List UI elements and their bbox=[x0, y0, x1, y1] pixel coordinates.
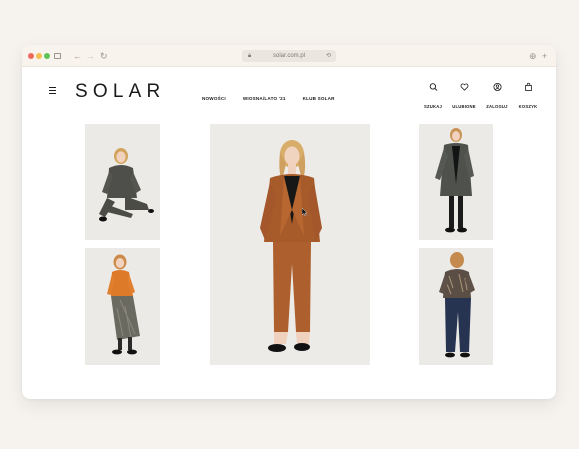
login-label: ZALOGUJ bbox=[486, 104, 508, 109]
search-button[interactable]: SZUKAJ bbox=[421, 82, 445, 113]
nav-item-spring-summer[interactable]: WIOSNA/LATO '21 bbox=[243, 96, 286, 101]
user-icon bbox=[492, 82, 502, 92]
product-photo-blouse-jeans[interactable] bbox=[419, 248, 493, 365]
cart-button[interactable]: KOSZYK bbox=[516, 82, 540, 113]
product-photo-orange-sweater[interactable] bbox=[85, 248, 160, 365]
nav-item-new[interactable]: NOWOŚCI bbox=[202, 96, 226, 101]
browser-window: ← → ↻ 🔒︎ solar.com.pl ⟲ ⊕ + SOLAR NOWOŚC… bbox=[22, 45, 556, 399]
product-photo-knit-set[interactable] bbox=[85, 124, 160, 240]
model-orange-sweater-image bbox=[85, 248, 160, 365]
nav-item-club[interactable]: KLUB SOLAR bbox=[303, 96, 335, 101]
menu-icon[interactable] bbox=[49, 87, 56, 96]
reader-icon[interactable]: ⟲ bbox=[326, 50, 331, 62]
cart-label: KOSZYK bbox=[518, 104, 538, 109]
login-button[interactable]: ZALOGUJ bbox=[485, 82, 509, 113]
address-bar[interactable]: 🔒︎ solar.com.pl ⟲ bbox=[242, 50, 336, 62]
bag-icon bbox=[524, 82, 532, 91]
minimize-window-button[interactable] bbox=[36, 53, 42, 59]
forward-icon[interactable]: → bbox=[86, 50, 95, 62]
search-icon bbox=[429, 83, 437, 91]
site-logo[interactable]: SOLAR bbox=[75, 81, 165, 103]
new-tab-icon[interactable]: + bbox=[542, 50, 547, 62]
model-rust-suit-image bbox=[210, 124, 370, 365]
mouse-cursor-icon bbox=[302, 208, 308, 216]
reload-icon[interactable]: ↻ bbox=[100, 50, 108, 62]
main-nav: NOWOŚCI WIOSNA/LATO '21 KLUB SOLAR bbox=[202, 96, 335, 101]
model-seated-image bbox=[85, 124, 160, 240]
download-icon[interactable]: ⊕ bbox=[529, 50, 537, 62]
model-blouse-jeans-image bbox=[419, 248, 493, 365]
address-bar-url: solar.com.pl bbox=[272, 53, 305, 59]
site-header: SOLAR NOWOŚCI WIOSNA/LATO '21 KLUB SOLAR… bbox=[22, 67, 556, 113]
favorites-label: ULUBIONE bbox=[452, 104, 476, 109]
favorites-button[interactable]: ULUBIONE bbox=[452, 82, 476, 113]
model-grey-coat-image bbox=[419, 124, 493, 240]
maximize-window-button[interactable] bbox=[44, 53, 50, 59]
search-label: SZUKAJ bbox=[424, 104, 442, 109]
product-photo-grey-coat[interactable] bbox=[419, 124, 493, 240]
sidebar-icon[interactable] bbox=[54, 53, 61, 59]
browser-toolbar: ← → ↻ 🔒︎ solar.com.pl ⟲ ⊕ + bbox=[22, 45, 556, 67]
product-photo-rust-suit[interactable] bbox=[210, 124, 370, 365]
heart-icon bbox=[460, 83, 468, 91]
lock-icon: 🔒︎ bbox=[248, 53, 252, 59]
close-window-button[interactable] bbox=[28, 53, 34, 59]
back-icon[interactable]: ← bbox=[73, 50, 82, 62]
